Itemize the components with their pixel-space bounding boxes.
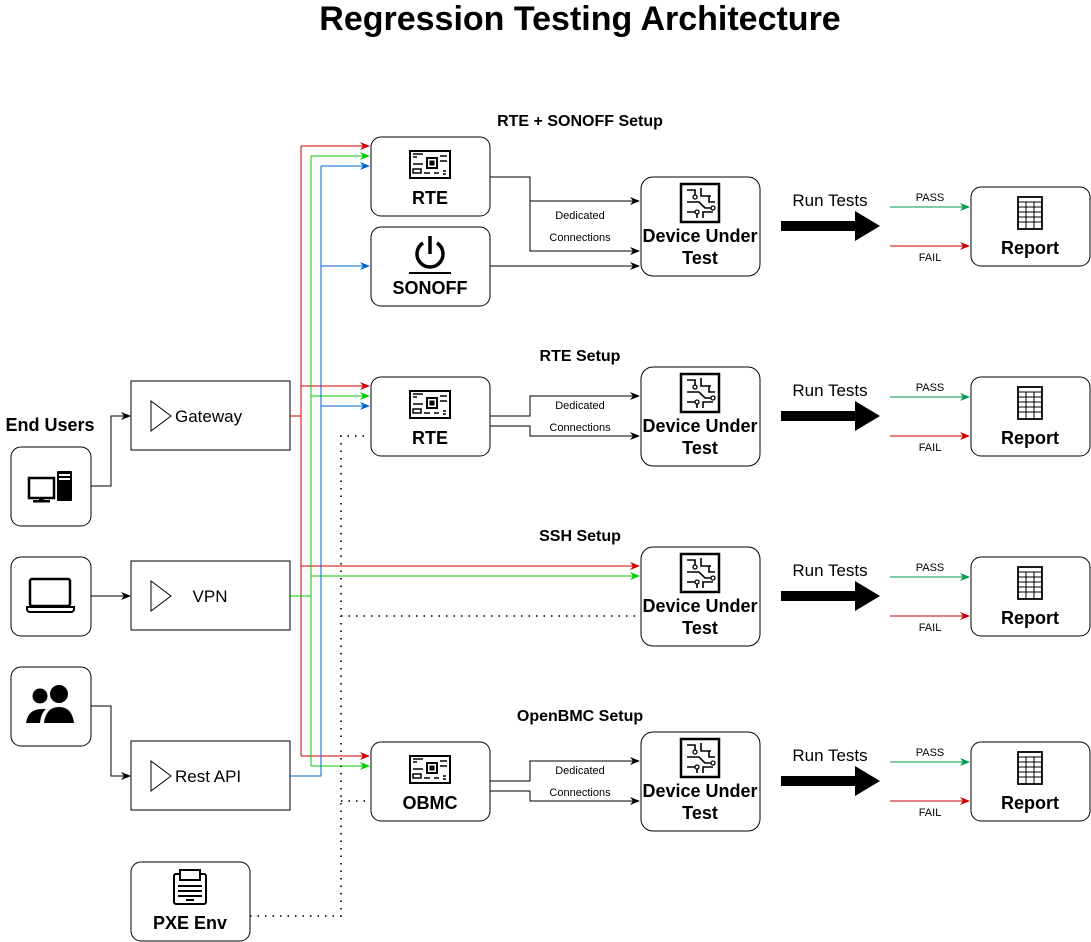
fail-label: FAIL bbox=[919, 622, 942, 634]
rte-label: RTE bbox=[412, 428, 448, 448]
spreadsheet-icon bbox=[1017, 196, 1043, 230]
dedicated-link bbox=[490, 176, 640, 205]
circuit-board-icon bbox=[409, 390, 451, 419]
run-tests-arrow-icon bbox=[781, 401, 880, 431]
rte-box[interactable]: RTE bbox=[370, 136, 491, 217]
pxe-env-box[interactable]: PXE Env bbox=[130, 861, 251, 942]
rest-api-label: Rest API bbox=[175, 767, 241, 786]
gateway-label: Gateway bbox=[175, 407, 243, 426]
section-heading: OpenBMC Setup bbox=[517, 708, 643, 725]
diagram-title: Regression Testing Architecture bbox=[319, 0, 840, 38]
dedicated-label: Dedicated bbox=[555, 400, 605, 412]
rest-api-bus-line bbox=[290, 166, 322, 777]
run-tests-arrow-icon bbox=[781, 581, 880, 611]
sonoff-box[interactable]: SONOFF bbox=[370, 226, 491, 307]
pass-label: PASS bbox=[916, 747, 945, 759]
test-row: Device Under Test Run Tests PASS FAIL Re… bbox=[640, 176, 1091, 277]
report-label: Report bbox=[1001, 608, 1059, 628]
laptop-icon bbox=[26, 577, 75, 613]
vpn-label: VPN bbox=[193, 587, 228, 606]
test-row: Device Under Test Run Tests PASS FAIL Re… bbox=[640, 731, 1091, 832]
sonoff-label: SONOFF bbox=[393, 278, 468, 298]
run-tests-arrow-icon bbox=[781, 766, 880, 796]
rest-api-box[interactable]: Rest API bbox=[130, 740, 291, 811]
section-heading: RTE Setup bbox=[540, 348, 621, 365]
dut-box[interactable]: Device Under Test bbox=[640, 546, 761, 647]
report-box[interactable]: Report bbox=[970, 741, 1091, 822]
dut-label-line1: Device Under bbox=[642, 226, 757, 246]
connections-label: Connections bbox=[549, 422, 611, 434]
end-user-laptop[interactable] bbox=[10, 556, 92, 637]
pxe-boot-link bbox=[250, 435, 640, 917]
dedicated-label: Dedicated bbox=[555, 765, 605, 777]
connections-label: Connections bbox=[549, 232, 611, 244]
pass-label: PASS bbox=[916, 562, 945, 574]
dut-label-line2: Test bbox=[682, 248, 718, 268]
gateway-bus-line bbox=[290, 146, 302, 756]
rte-label: RTE bbox=[412, 188, 448, 208]
run-tests-label: Run Tests bbox=[792, 561, 867, 580]
run-tests-label: Run Tests bbox=[792, 746, 867, 765]
test-row: Device Under Test Run Tests PASS FAIL Re… bbox=[640, 546, 1091, 647]
report-box[interactable]: Report bbox=[970, 186, 1091, 267]
report-box[interactable]: Report bbox=[970, 376, 1091, 457]
fail-label: FAIL bbox=[919, 442, 942, 454]
architecture-diagram: Regression Testing Architecture End User… bbox=[5, 0, 1091, 942]
rte-box[interactable]: RTE bbox=[370, 376, 491, 457]
connections-label: Connections bbox=[549, 787, 611, 799]
end-users-label: End Users bbox=[5, 415, 94, 435]
obmc-label: OBMC bbox=[403, 793, 458, 813]
gateway-box[interactable]: Gateway bbox=[130, 380, 291, 451]
circuit-board-icon bbox=[409, 755, 451, 784]
circuit-chip-icon bbox=[679, 552, 721, 594]
test-row: Device Under Test Run Tests PASS FAIL Re… bbox=[640, 366, 1091, 467]
desktop-to-gateway-link bbox=[91, 412, 131, 487]
circuit-chip-icon bbox=[679, 372, 721, 414]
server-icon bbox=[173, 869, 207, 905]
dut-label-line1: Device Under bbox=[642, 416, 757, 436]
end-user-group[interactable] bbox=[10, 666, 92, 747]
circuit-board-icon bbox=[409, 150, 451, 179]
dut-label-line1: Device Under bbox=[642, 781, 757, 801]
dut-label-line2: Test bbox=[682, 438, 718, 458]
report-label: Report bbox=[1001, 238, 1059, 258]
dut-label-line2: Test bbox=[682, 618, 718, 638]
report-box[interactable]: Report bbox=[970, 556, 1091, 637]
dut-label-line2: Test bbox=[682, 803, 718, 823]
spreadsheet-icon bbox=[1017, 386, 1043, 420]
pxe-env-label: PXE Env bbox=[153, 913, 227, 933]
spreadsheet-icon bbox=[1017, 751, 1043, 785]
dut-label-line1: Device Under bbox=[642, 596, 757, 616]
run-tests-label: Run Tests bbox=[792, 191, 867, 210]
fail-label: FAIL bbox=[919, 807, 942, 819]
spreadsheet-icon bbox=[1017, 566, 1043, 600]
obmc-box[interactable]: OBMC bbox=[370, 741, 491, 822]
circuit-chip-icon bbox=[679, 182, 721, 224]
fail-label: FAIL bbox=[919, 252, 942, 264]
dut-box[interactable]: Device Under Test bbox=[640, 366, 761, 467]
circuit-chip-icon bbox=[679, 737, 721, 779]
section-heading: SSH Setup bbox=[539, 528, 621, 545]
run-tests-label: Run Tests bbox=[792, 381, 867, 400]
dut-box[interactable]: Device Under Test bbox=[640, 731, 761, 832]
report-label: Report bbox=[1001, 428, 1059, 448]
dedicated-label: Dedicated bbox=[555, 210, 605, 222]
run-tests-arrow-icon bbox=[781, 211, 880, 241]
vpn-box[interactable]: VPN bbox=[130, 560, 291, 631]
report-label: Report bbox=[1001, 793, 1059, 813]
end-user-desktop[interactable] bbox=[10, 446, 92, 527]
dut-box[interactable]: Device Under Test bbox=[640, 176, 761, 277]
pass-label: PASS bbox=[916, 382, 945, 394]
pass-label: PASS bbox=[916, 192, 945, 204]
section-heading: RTE + SONOFF Setup bbox=[497, 113, 663, 130]
group-to-rest-api-link bbox=[91, 705, 131, 780]
